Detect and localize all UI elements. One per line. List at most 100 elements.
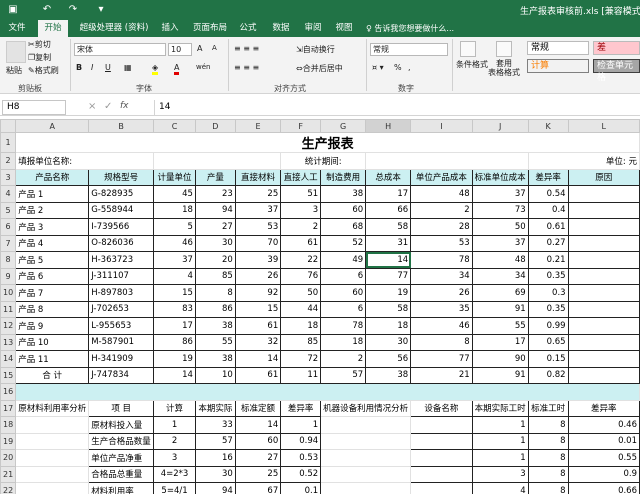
table-cell[interactable]: 61 — [280, 234, 322, 252]
analysis-item[interactable]: 材料利用率 — [88, 482, 155, 494]
borders-icon[interactable]: ▦ — [124, 63, 132, 72]
column-header-i[interactable]: I — [410, 119, 473, 133]
table-cell[interactable]: 37 — [234, 201, 282, 219]
table-cell[interactable]: 0.3 — [527, 284, 569, 302]
table-cell[interactable]: 39 — [234, 251, 282, 269]
tab-view[interactable]: 视图 — [332, 20, 356, 37]
analysis-actual[interactable]: 57 — [194, 432, 236, 450]
table-cell[interactable]: 86 — [194, 300, 236, 318]
column-header-a[interactable]: A — [15, 119, 90, 133]
format-painter-button[interactable]: ✎格式刷 — [28, 65, 59, 76]
table-cell[interactable]: 14 — [234, 350, 282, 368]
table-cell[interactable]: 68 — [320, 218, 367, 236]
analysis-actual[interactable]: 16 — [194, 449, 236, 467]
row-header[interactable]: 6 — [0, 218, 17, 236]
unit-name-label[interactable]: 填报单位名称: — [15, 152, 155, 170]
table-cell[interactable]: 69 — [471, 284, 529, 302]
table-cell[interactable]: 5 — [153, 218, 196, 236]
analysis-calc[interactable]: 4=2*3 — [153, 465, 196, 483]
table-cell[interactable]: 30 — [194, 234, 236, 252]
table-cell[interactable]: 55 — [471, 317, 529, 335]
table-cell[interactable]: 产品 2 — [15, 201, 90, 219]
table-cell[interactable]: 85 — [194, 267, 236, 285]
table-cell[interactable]: 产品 1 — [15, 185, 90, 203]
table-cell[interactable]: 53 — [410, 234, 473, 252]
analysis-diff[interactable]: 0.53 — [280, 449, 322, 467]
cut-button[interactable]: ✂剪切 — [28, 39, 51, 50]
font-size-select[interactable]: 10 — [168, 43, 192, 56]
actual-hours[interactable]: 1 — [471, 449, 529, 467]
select-all-corner[interactable] — [0, 119, 17, 133]
table-cell[interactable] — [567, 317, 640, 335]
analysis-diff[interactable]: 0.94 — [280, 432, 322, 450]
table-cell[interactable]: I-739566 — [88, 218, 155, 236]
analysis-item-header[interactable]: 项 目 — [88, 399, 155, 417]
style-bad[interactable]: 差 — [593, 41, 640, 55]
cell[interactable] — [15, 432, 90, 450]
table-cell[interactable]: 66 — [365, 201, 412, 219]
table-cell[interactable]: 78 — [320, 317, 367, 335]
table-cell[interactable]: H-363723 — [88, 251, 155, 269]
table-cell[interactable]: 18 — [365, 317, 412, 335]
analysis-actual[interactable]: 33 — [194, 416, 236, 434]
table-cell[interactable]: 56 — [365, 350, 412, 368]
table-cell[interactable]: 58 — [365, 218, 412, 236]
table-cell[interactable]: 产品 5 — [15, 251, 90, 269]
std-hours-header[interactable]: 标准工时 — [527, 399, 569, 417]
header-output[interactable]: 产量 — [194, 168, 236, 186]
separator-band[interactable] — [15, 383, 640, 401]
table-cell[interactable]: 22 — [280, 251, 322, 269]
table-cell[interactable]: 37 — [153, 251, 196, 269]
table-cell[interactable]: 77 — [410, 350, 473, 368]
actual-hours-header[interactable]: 本期实际工时 — [471, 399, 529, 417]
style-check-cell[interactable]: 检查单元格 — [593, 59, 640, 83]
table-cell[interactable]: 46 — [153, 234, 196, 252]
table-cell[interactable]: 91 — [471, 366, 529, 384]
table-cell[interactable]: G-828935 — [88, 185, 155, 203]
actual-hours[interactable]: 4 — [471, 482, 529, 494]
font-name-select[interactable]: 宋体 — [74, 43, 166, 56]
table-cell[interactable] — [567, 333, 640, 351]
table-cell[interactable]: 86 — [153, 333, 196, 351]
table-cell[interactable]: 产品 7 — [15, 284, 90, 302]
table-cell[interactable]: 0.99 — [527, 317, 569, 335]
table-cell[interactable]: 产品 9 — [15, 317, 90, 335]
cell[interactable] — [320, 465, 412, 483]
table-cell[interactable]: 18 — [280, 317, 322, 335]
currency-unit-label[interactable]: 单位: 元 — [527, 152, 640, 170]
merge-center-button[interactable]: ⇔合并后居中 — [296, 63, 343, 74]
table-cell[interactable]: 产品 8 — [15, 300, 90, 318]
comma-button[interactable]: , — [408, 63, 411, 72]
table-cell[interactable]: 49 — [320, 251, 367, 269]
table-cell[interactable]: 52 — [320, 234, 367, 252]
table-cell[interactable]: 2 — [320, 350, 367, 368]
paste-button[interactable]: 粘贴 — [6, 65, 22, 76]
analysis-standard[interactable]: 67 — [234, 482, 282, 494]
table-cell[interactable]: 0.35 — [527, 267, 569, 285]
table-cell[interactable]: 0.35 — [527, 300, 569, 318]
column-header-k[interactable]: K — [527, 119, 569, 133]
row-header[interactable]: 15 — [0, 366, 17, 384]
phonetic-button[interactable]: wén — [196, 63, 210, 71]
diff2[interactable]: 0.66 — [567, 482, 640, 494]
analysis-actual[interactable]: 30 — [194, 465, 236, 483]
analysis-actual-header[interactable]: 本期实际 — [194, 399, 236, 417]
cell[interactable] — [320, 482, 412, 494]
actual-hours[interactable]: 1 — [471, 432, 529, 450]
std-hours[interactable]: 8 — [527, 449, 569, 467]
table-cell[interactable] — [567, 185, 640, 203]
table-cell[interactable]: 21 — [410, 366, 473, 384]
analysis-standard[interactable]: 27 — [234, 449, 282, 467]
column-header-h[interactable]: H — [365, 119, 412, 133]
table-cell[interactable]: H-897803 — [88, 284, 155, 302]
row-header[interactable]: 18 — [0, 416, 17, 434]
row-header[interactable]: 16 — [0, 383, 17, 401]
tab-formulas[interactable]: 公式 — [236, 20, 260, 37]
italic-button[interactable]: I — [91, 63, 93, 72]
table-cell[interactable]: 19 — [153, 350, 196, 368]
table-cell[interactable]: 0.82 — [527, 366, 569, 384]
undo-icon[interactable]: ↶ — [40, 3, 54, 17]
table-cell[interactable]: 0.4 — [527, 201, 569, 219]
table-cell[interactable]: 90 — [471, 350, 529, 368]
header-variance[interactable]: 差异率 — [527, 168, 569, 186]
